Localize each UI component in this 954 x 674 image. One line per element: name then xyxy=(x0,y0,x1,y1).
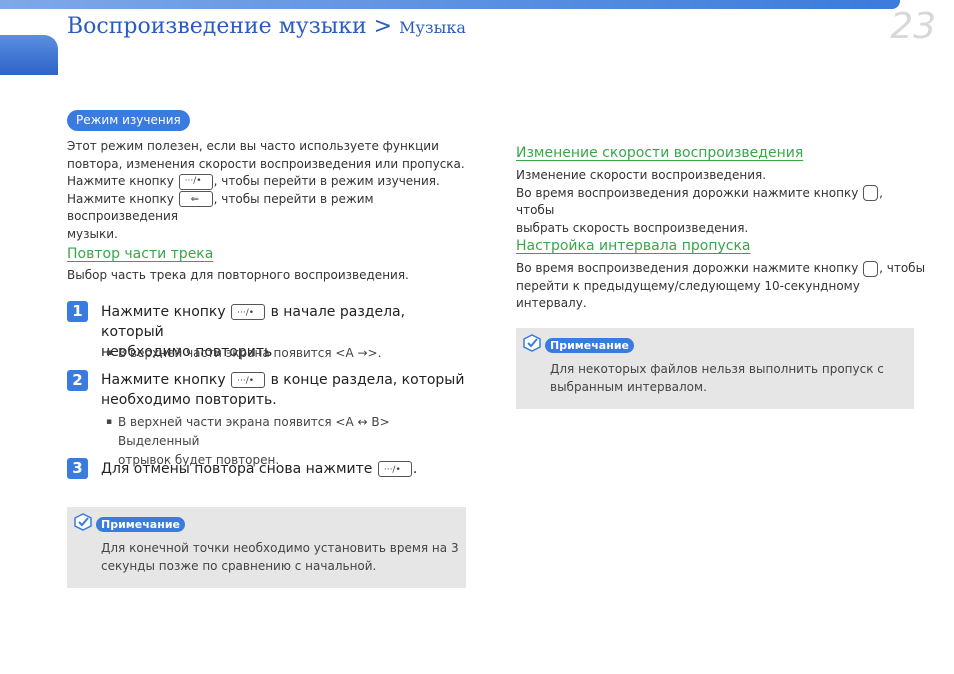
skip-line: перейти к предыдущему/следующему 10-секу… xyxy=(516,278,860,311)
skip-text: Во время воспроизведения дорожки нажмите… xyxy=(516,260,926,313)
section-title-repeat: Повтор части трека xyxy=(67,246,214,262)
note-check-icon xyxy=(523,334,541,352)
speed-text: Изменение скорости воспроизведения. Во в… xyxy=(516,167,916,237)
section-title-skip: Настройка интервала пропуска xyxy=(516,238,751,254)
intro-line: Этот режим полезен, если вы часто исполь… xyxy=(67,139,439,153)
side-button-icon xyxy=(863,260,879,277)
page-title: Воспроизведение музыки > Музыка xyxy=(67,14,466,39)
step-line: Нажмите кнопку в начале раздела, который xyxy=(101,302,471,342)
intro-text-part: , чтобы перейти в режим изучения. xyxy=(213,174,440,188)
page-number: 23 xyxy=(890,6,936,47)
intro-text: Этот режим полезен, если вы часто исполь… xyxy=(67,138,467,243)
step-text-part: Нажмите кнопку xyxy=(101,372,231,388)
note-text: Для конечной точки необходимо установить… xyxy=(101,539,461,575)
top-bar xyxy=(0,0,900,9)
skip-line: Во время воспроизведения дорожки нажмите… xyxy=(516,260,926,278)
step-number-2: 2 xyxy=(67,370,88,391)
step-line: необходимо повторить. xyxy=(101,392,277,408)
note-line: секунды позже по сравнению с начальной. xyxy=(101,559,377,573)
step-text-part: Для отмены повтора снова нажмите xyxy=(101,461,377,477)
step-1-bullet: В верхней части экрана появится <A →>. xyxy=(106,344,381,363)
intro-line: Нажмите кнопку , чтобы перейти в режим в… xyxy=(67,191,467,226)
bullet-line: В верхней части экрана появится <A ↔ B> … xyxy=(118,415,390,448)
speed-line: Изменение скорости воспроизведения. xyxy=(516,168,767,182)
mode-badge: Режим изучения xyxy=(67,110,190,131)
speed-line: выбрать скорость воспроизведения. xyxy=(516,220,749,235)
skip-text-part: , чтобы xyxy=(879,261,926,275)
step-text-part: в конце раздела, который xyxy=(266,372,465,388)
section-desc: Выбор часть трека для повторного воспрои… xyxy=(67,268,409,282)
step-2-text: Нажмите кнопку в конце раздела, который … xyxy=(101,370,471,410)
note-check-icon xyxy=(74,513,92,531)
step-3-text: Для отмены повтора снова нажмите . xyxy=(101,459,471,480)
left-tab-decoration xyxy=(0,35,58,75)
skip-text-part: Во время воспроизведения дорожки нажмите… xyxy=(516,261,863,275)
note-text: Для некоторых файлов нельзя выполнить пр… xyxy=(550,360,910,396)
repeat-button-icon xyxy=(377,460,412,480)
side-button-icon xyxy=(863,185,879,201)
repeat-button-icon xyxy=(178,173,213,190)
title-main: Воспроизведение музыки > xyxy=(67,14,400,39)
step-text-part: Нажмите кнопку xyxy=(101,304,231,320)
intro-text-part: Нажмите кнопку xyxy=(67,174,178,188)
note-line: Для конечной точки необходимо установить… xyxy=(101,541,459,555)
section-title-speed: Изменение скорости воспроизведения xyxy=(516,145,804,161)
repeat-button-icon xyxy=(231,371,266,391)
speed-text-part: Во время воспроизведения дорожки нажмите… xyxy=(516,185,863,200)
intro-text-part: Нажмите кнопку xyxy=(67,191,178,206)
intro-line: повтора, изменения скорости воспроизведе… xyxy=(67,156,465,171)
intro-line: музыки. xyxy=(67,226,118,241)
intro-line: Нажмите кнопку , чтобы перейти в режим и… xyxy=(67,173,467,191)
note-line: Для некоторых файлов нельзя выполнить пр… xyxy=(550,362,884,376)
note-label: Примечание xyxy=(545,338,634,353)
note-box-left: Примечание Для конечной точки необходимо… xyxy=(67,507,466,588)
title-sub: Музыка xyxy=(399,18,466,37)
back-button-icon xyxy=(178,191,213,209)
note-line: выбранным интервалом. xyxy=(550,380,707,394)
speed-line: Во время воспроизведения дорожки нажмите… xyxy=(516,185,916,220)
step-text-part: . xyxy=(412,461,418,477)
step-line: Нажмите кнопку в конце раздела, который xyxy=(101,370,471,391)
step-number-1: 1 xyxy=(67,301,88,322)
step-number-3: 3 xyxy=(67,458,88,479)
note-box-right: Примечание Для некоторых файлов нельзя в… xyxy=(516,328,914,409)
repeat-button-icon xyxy=(231,303,266,323)
note-label: Примечание xyxy=(96,517,185,532)
